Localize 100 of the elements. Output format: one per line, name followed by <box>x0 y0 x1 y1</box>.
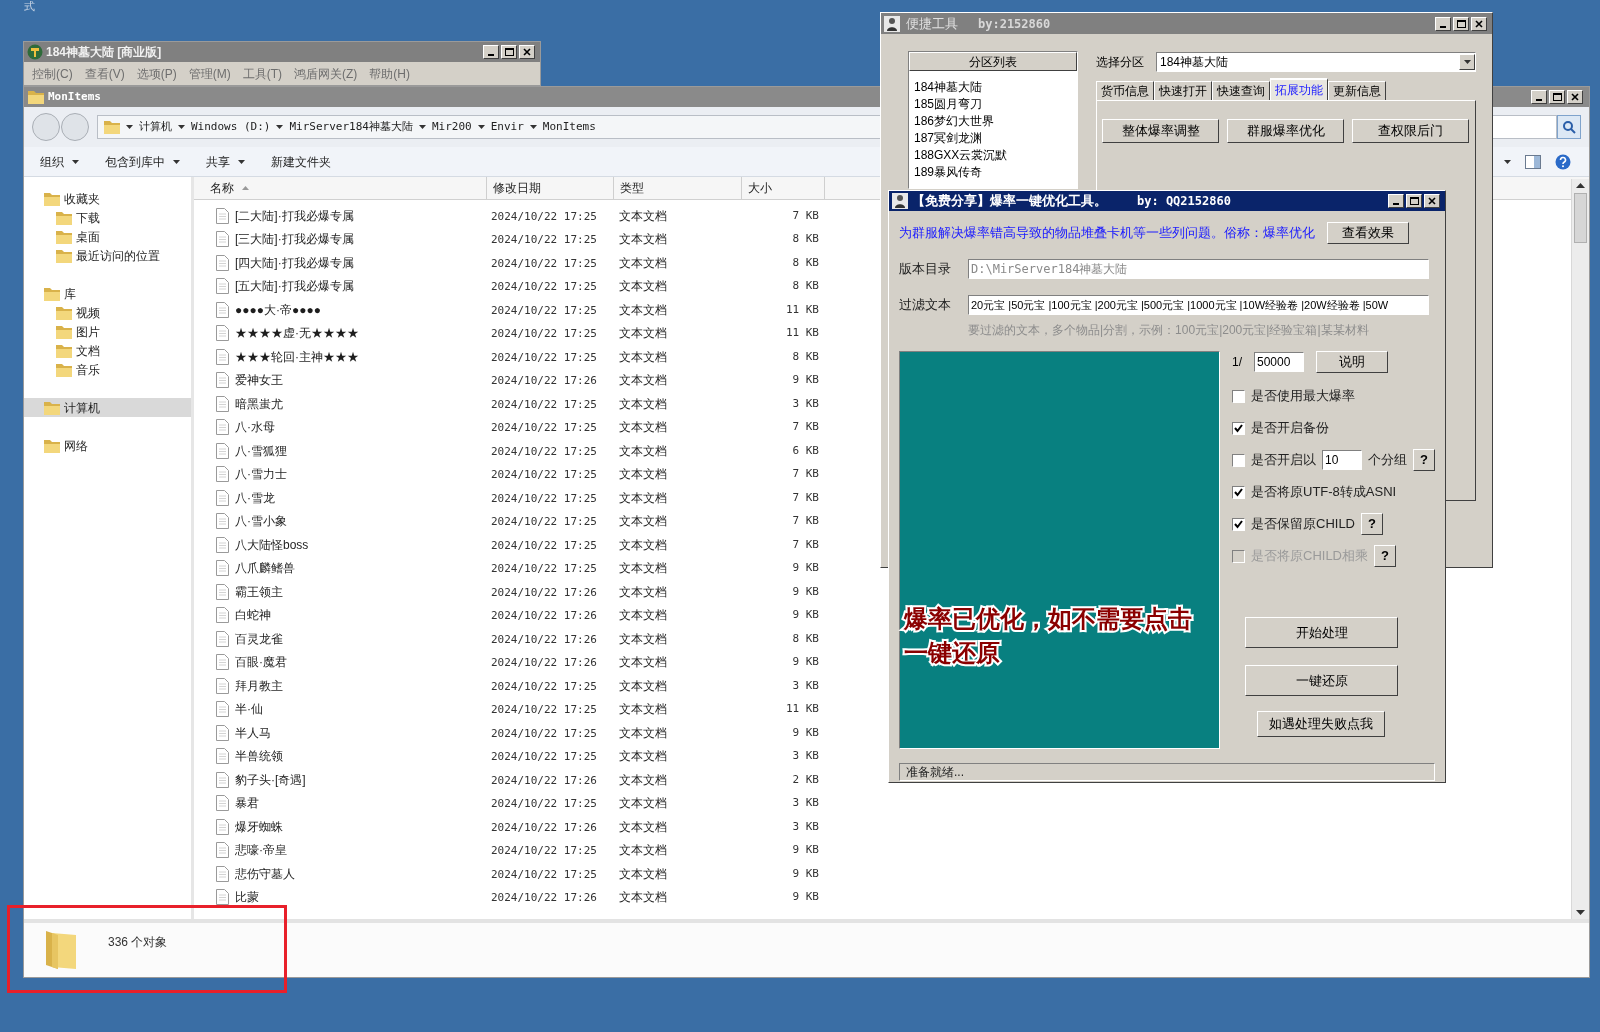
tab[interactable]: 货币信息 <box>1096 81 1154 100</box>
nav-item[interactable]: 库 <box>24 284 191 303</box>
list-item[interactable]: 189暴风传奇 <box>914 163 1077 180</box>
breadcrumb-item[interactable]: 计算机 <box>139 118 172 136</box>
close-button[interactable] <box>1471 16 1487 31</box>
list-item[interactable]: 185圆月弯刀 <box>914 95 1077 112</box>
file-name[interactable]: 八·雪力士 <box>235 465 287 484</box>
menu-item[interactable]: 帮助(H) <box>369 64 410 83</box>
action-button[interactable]: 群服爆率优化 <box>1227 119 1344 143</box>
checkbox[interactable] <box>1232 453 1245 467</box>
maximize-button[interactable] <box>501 45 517 59</box>
file-name[interactable]: 拜月教主 <box>235 676 283 695</box>
file-name[interactable]: 爱神女王 <box>235 371 283 390</box>
search-button[interactable] <box>1557 115 1581 139</box>
nav-item[interactable]: 桌面 <box>24 227 191 246</box>
file-name[interactable]: 百眼·魔君 <box>235 653 287 672</box>
maximize-button[interactable] <box>1549 90 1565 104</box>
file-name[interactable]: 八·雪狐狸 <box>235 441 287 460</box>
nav-item[interactable]: 音乐 <box>24 360 191 379</box>
ratio-field[interactable]: 50000 <box>1254 352 1304 372</box>
file-name[interactable]: ★★★★虚·无★★★★ <box>235 324 359 343</box>
toolbar-button[interactable]: 新建文件夹 <box>265 150 337 173</box>
caret-icon[interactable] <box>477 125 485 129</box>
menu-item[interactable]: 鸿盾网关(Z) <box>294 64 358 83</box>
checkbox[interactable] <box>1232 517 1245 531</box>
menu-item[interactable]: 控制(C) <box>32 64 73 83</box>
nav-item[interactable]: 文档 <box>24 341 191 360</box>
group-size-field[interactable]: 10 <box>1322 450 1362 470</box>
checkbox[interactable] <box>1232 485 1245 499</box>
close-button[interactable] <box>1424 194 1440 208</box>
caret-icon[interactable] <box>1504 159 1511 164</box>
file-name[interactable]: 八大陆怪boss <box>235 535 309 554</box>
nav-item[interactable]: 视频 <box>24 303 191 322</box>
help-icon[interactable] <box>1555 153 1571 170</box>
file-name[interactable]: 比蒙 <box>235 888 259 907</box>
scroll-thumb[interactable] <box>1574 193 1587 243</box>
breadcrumb-item[interactable]: Mir200 <box>431 118 472 136</box>
close-button[interactable] <box>519 45 535 59</box>
explain-button[interactable]: 说明 <box>1316 351 1388 373</box>
tab[interactable]: 拓展功能 <box>1270 78 1328 100</box>
caret-icon[interactable] <box>418 125 426 129</box>
menu-item[interactable]: 选项(P) <box>136 64 177 83</box>
minimize-button[interactable] <box>1531 90 1547 104</box>
action-button[interactable]: 开始处理 <box>1245 617 1398 648</box>
caret-icon[interactable] <box>178 125 185 129</box>
breadcrumb-item[interactable]: Windows (D:) <box>191 118 271 136</box>
nav-item[interactable]: 收藏夹 <box>24 189 191 208</box>
file-name[interactable]: 豹子头·[奇遇] <box>235 770 306 789</box>
minimize-button[interactable] <box>1435 16 1451 31</box>
maximize-button[interactable] <box>1453 16 1469 31</box>
menu-item[interactable]: 查看(V) <box>84 64 125 83</box>
checkbox[interactable] <box>1232 421 1245 435</box>
nav-item[interactable]: 最近访问的位置 <box>24 246 191 265</box>
file-name[interactable]: 八爪麟鳍兽 <box>235 559 295 578</box>
breadcrumb-item[interactable]: MonItems <box>542 118 596 136</box>
minimize-button[interactable] <box>1388 194 1404 208</box>
tab[interactable]: 更新信息 <box>1328 81 1386 100</box>
list-item[interactable]: 184神墓大陆 <box>914 78 1077 95</box>
list-item[interactable]: 188GXX云裳沉默 <box>914 146 1077 163</box>
nav-item[interactable]: 图片 <box>24 322 191 341</box>
file-name[interactable]: 霸王领主 <box>235 582 283 601</box>
file-name[interactable]: ★★★轮回·主神★★★ <box>235 347 359 366</box>
list-item[interactable]: 186梦幻大世界 <box>914 112 1077 129</box>
file-name[interactable]: 八·雪龙 <box>235 488 275 507</box>
file-name[interactable]: ●●●●大·帝●●●● <box>235 300 321 319</box>
breadcrumb-item[interactable]: Envir <box>490 118 524 136</box>
file-name[interactable]: 半兽统领 <box>235 747 283 766</box>
file-name[interactable]: 八·雪小象 <box>235 512 287 531</box>
caret-icon[interactable] <box>529 125 537 129</box>
file-name[interactable]: [三大陆]·打我必爆专属 <box>235 230 354 249</box>
view-effect-button[interactable]: 查看效果 <box>1327 222 1409 244</box>
nav-item[interactable]: 下载 <box>24 208 191 227</box>
action-button[interactable]: 查权限后门 <box>1352 119 1469 143</box>
toolbar-button[interactable]: 组织 <box>34 150 85 173</box>
file-name[interactable]: [四大陆]·打我必爆专属 <box>235 253 354 272</box>
file-name[interactable]: 半人马 <box>235 723 271 742</box>
caret-icon[interactable] <box>126 125 133 129</box>
file-name[interactable]: 百灵龙雀 <box>235 629 283 648</box>
breadcrumb-item[interactable]: MirServer184神墓大陆 <box>289 118 413 136</box>
scrollbar[interactable] <box>1571 179 1589 919</box>
file-name[interactable]: 八·水母 <box>235 418 275 437</box>
caret-icon[interactable] <box>276 125 284 129</box>
file-name[interactable]: 悲伤守墓人 <box>235 864 295 883</box>
file-name[interactable]: 暗黑蚩尤 <box>235 394 283 413</box>
server-dropdown[interactable]: 184神墓大陆 <box>1156 51 1476 72</box>
menu-item[interactable]: 工具(T) <box>242 64 282 83</box>
file-name[interactable]: [五大陆]·打我必爆专属 <box>235 277 354 296</box>
tab[interactable]: 快速打开 <box>1154 81 1212 100</box>
file-name[interactable]: 白蛇神 <box>235 606 271 625</box>
server-list[interactable]: 分区列表 184神墓大陆 185圆月弯刀 186梦幻大世界 187冥剑龙渊 188GXX云裳沉默 189暴风传奇 <box>908 51 1078 189</box>
menu-item[interactable]: 管理(M) <box>188 64 231 83</box>
help-button[interactable]: ? <box>1361 513 1383 535</box>
file-name[interactable]: 半·仙 <box>235 700 263 719</box>
action-button[interactable]: 如遇处理失败点我 <box>1257 711 1385 737</box>
file-name[interactable]: 悲嚎·帝皇 <box>235 841 287 860</box>
action-button[interactable]: 一键还原 <box>1245 665 1398 696</box>
toolbar-button[interactable]: 包含到库中 <box>99 150 186 173</box>
close-button[interactable] <box>1567 90 1583 104</box>
action-button[interactable]: 整体爆率调整 <box>1102 119 1219 143</box>
file-name[interactable]: 暴君 <box>235 794 259 813</box>
